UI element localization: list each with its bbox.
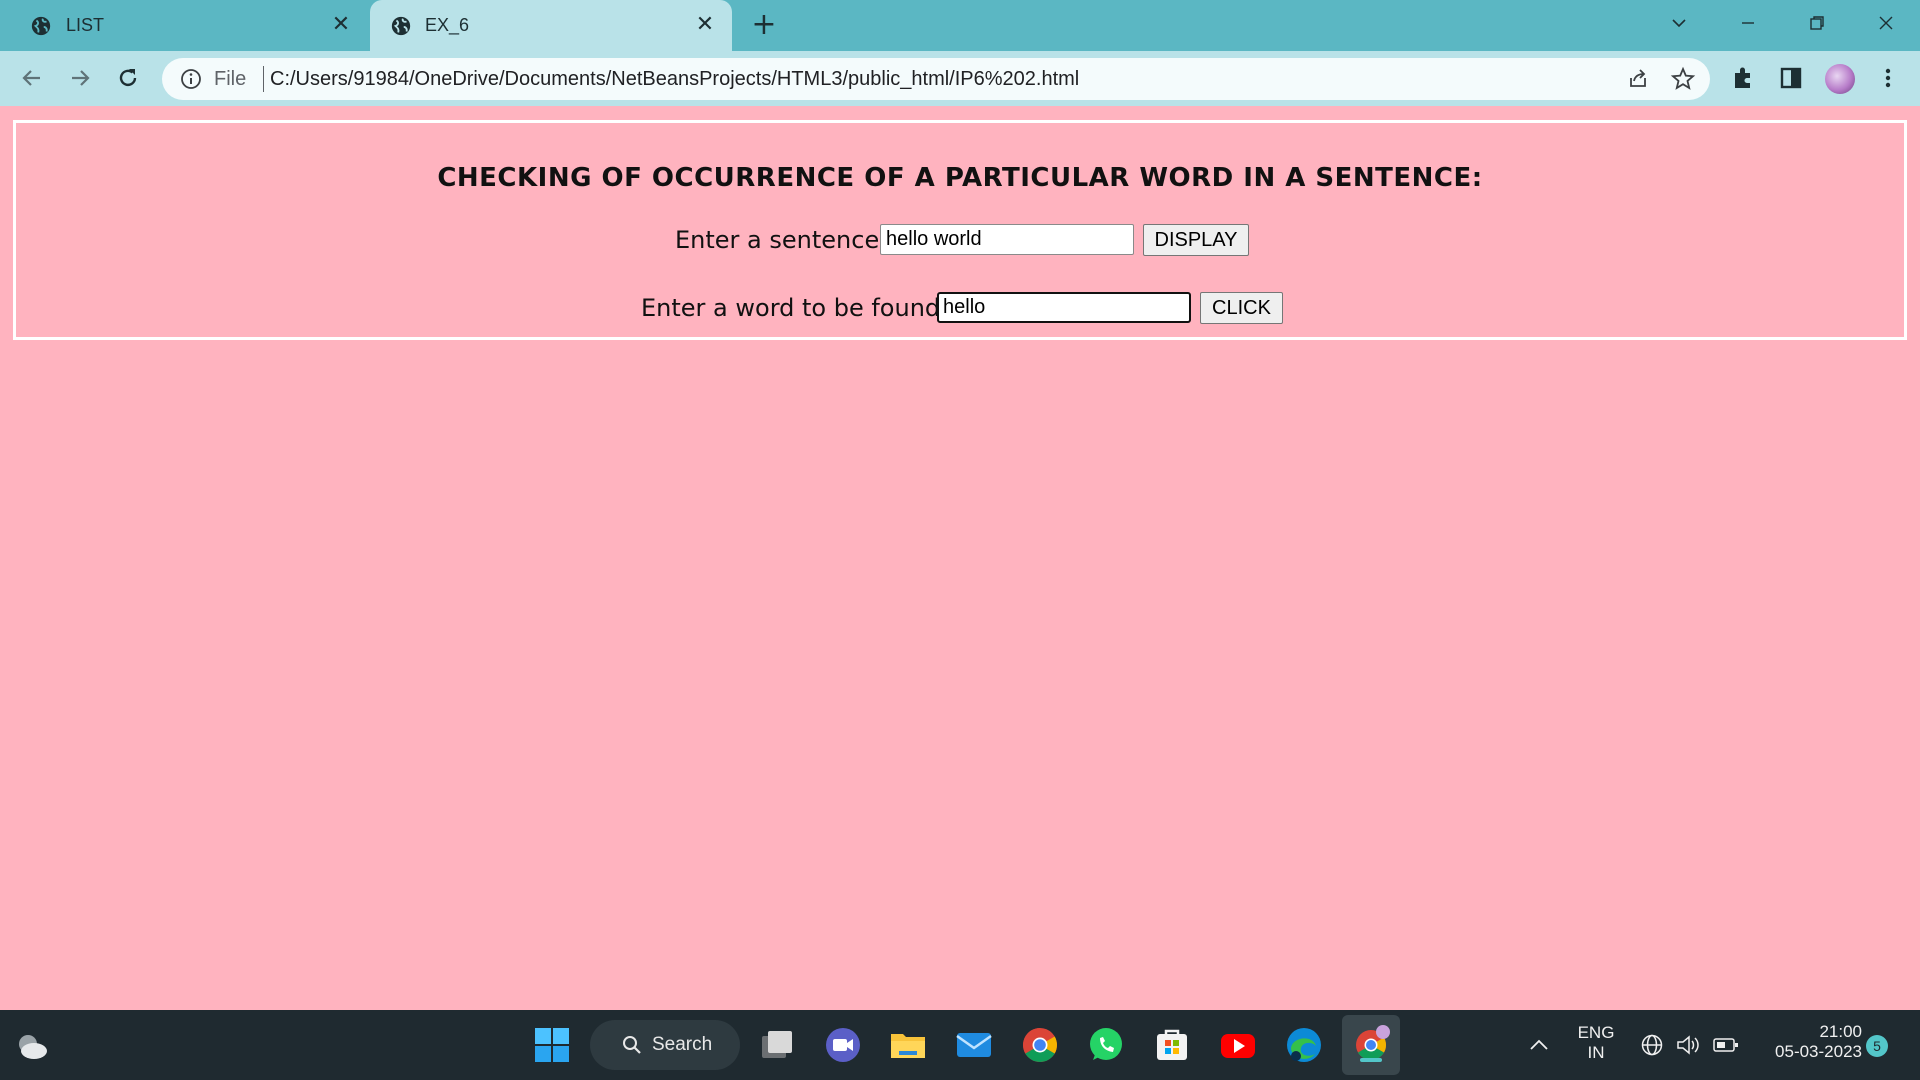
volume-icon[interactable] <box>1675 1033 1701 1057</box>
star-icon[interactable] <box>1670 66 1696 92</box>
click-button[interactable]: CLICK <box>1200 292 1283 324</box>
task-view-icon[interactable] <box>756 1024 798 1066</box>
search-label: Search <box>652 1034 713 1055</box>
tab-ex6[interactable]: EX_6 ✕ <box>370 0 732 51</box>
time-label: 21:00 <box>1819 1022 1862 1041</box>
info-icon[interactable] <box>180 68 202 90</box>
whatsapp-icon[interactable] <box>1085 1024 1127 1066</box>
extensions-icon[interactable] <box>1729 64 1757 92</box>
tab-title: LIST <box>66 15 105 35</box>
profile-avatar[interactable] <box>1825 64 1855 94</box>
edge-icon[interactable] <box>1283 1024 1325 1066</box>
tab-search-icon[interactable] <box>1664 10 1694 40</box>
divider <box>263 66 264 92</box>
page-content: CHECKING OF OCCURRENCE OF A PARTICULAR W… <box>0 106 1920 1010</box>
sentence-input[interactable]: hello world <box>880 224 1134 255</box>
battery-icon[interactable] <box>1712 1035 1740 1055</box>
word-row: Enter a word to be found: hello CLICK <box>16 291 1904 325</box>
store-icon[interactable] <box>1151 1024 1193 1066</box>
forward-button[interactable] <box>66 65 94 93</box>
file-explorer-icon[interactable] <box>887 1024 929 1066</box>
close-window-button[interactable] <box>1871 10 1901 40</box>
date-label: 05-03-2023 <box>1775 1042 1862 1061</box>
page-title: CHECKING OF OCCURRENCE OF A PARTICULAR W… <box>437 163 1483 193</box>
notification-badge[interactable]: 5 <box>1866 1035 1888 1057</box>
region-label: IN <box>1587 1043 1605 1062</box>
sentence-row: Enter a sentence: hello world DISPLAY <box>16 223 1904 257</box>
youtube-icon[interactable] <box>1217 1024 1259 1066</box>
tab-list[interactable]: LIST ✕ <box>0 0 368 51</box>
language-label: ENG <box>1577 1023 1615 1042</box>
globe-icon <box>391 16 411 36</box>
share-icon[interactable] <box>1626 67 1650 91</box>
teams-icon[interactable] <box>822 1024 864 1066</box>
start-icon[interactable] <box>531 1024 573 1066</box>
address-bar[interactable]: File C:/Users/91984/OneDrive/Documents/N… <box>162 58 1710 100</box>
active-app-indicator <box>1360 1058 1382 1062</box>
url-text[interactable]: C:/Users/91984/OneDrive/Documents/NetBea… <box>270 68 1079 91</box>
clock[interactable]: 21:00 05-03-2023 <box>1752 1022 1862 1062</box>
tab-title: EX_6 <box>425 15 470 35</box>
menu-icon[interactable] <box>1874 64 1902 92</box>
display-button[interactable]: DISPLAY <box>1143 224 1249 256</box>
new-tab-button[interactable]: + <box>750 10 778 40</box>
browser-toolbar: File C:/Users/91984/OneDrive/Documents/N… <box>0 51 1920 106</box>
word-input[interactable]: hello <box>937 292 1191 323</box>
side-panel-icon[interactable] <box>1777 64 1805 92</box>
word-label: Enter a word to be found: <box>641 294 949 322</box>
restore-button[interactable] <box>1802 10 1832 40</box>
search-icon <box>623 1036 641 1054</box>
taskbar-search[interactable]: Search <box>590 1020 740 1070</box>
close-icon[interactable]: ✕ <box>694 13 716 35</box>
chrome-icon[interactable] <box>1019 1024 1061 1066</box>
scheme-label: File <box>214 68 247 90</box>
back-button[interactable] <box>18 65 46 93</box>
network-globe-icon[interactable] <box>1640 1033 1664 1057</box>
chevron-up-icon[interactable] <box>1528 1036 1550 1054</box>
reload-button[interactable] <box>114 65 142 93</box>
mail-icon[interactable] <box>953 1024 995 1066</box>
language-indicator[interactable]: ENG IN <box>1574 1023 1618 1063</box>
globe-icon <box>31 16 51 36</box>
form-container: CHECKING OF OCCURRENCE OF A PARTICULAR W… <box>13 120 1907 340</box>
sentence-label: Enter a sentence: <box>675 226 888 254</box>
taskbar: Search ENG IN 21:00 05-03-2023 5 <box>0 1010 1920 1080</box>
weather-icon[interactable] <box>14 1030 50 1062</box>
close-icon[interactable]: ✕ <box>330 13 352 35</box>
minimize-button[interactable] <box>1733 10 1763 40</box>
tab-strip: LIST ✕ EX_6 ✕ + <box>0 0 1920 51</box>
